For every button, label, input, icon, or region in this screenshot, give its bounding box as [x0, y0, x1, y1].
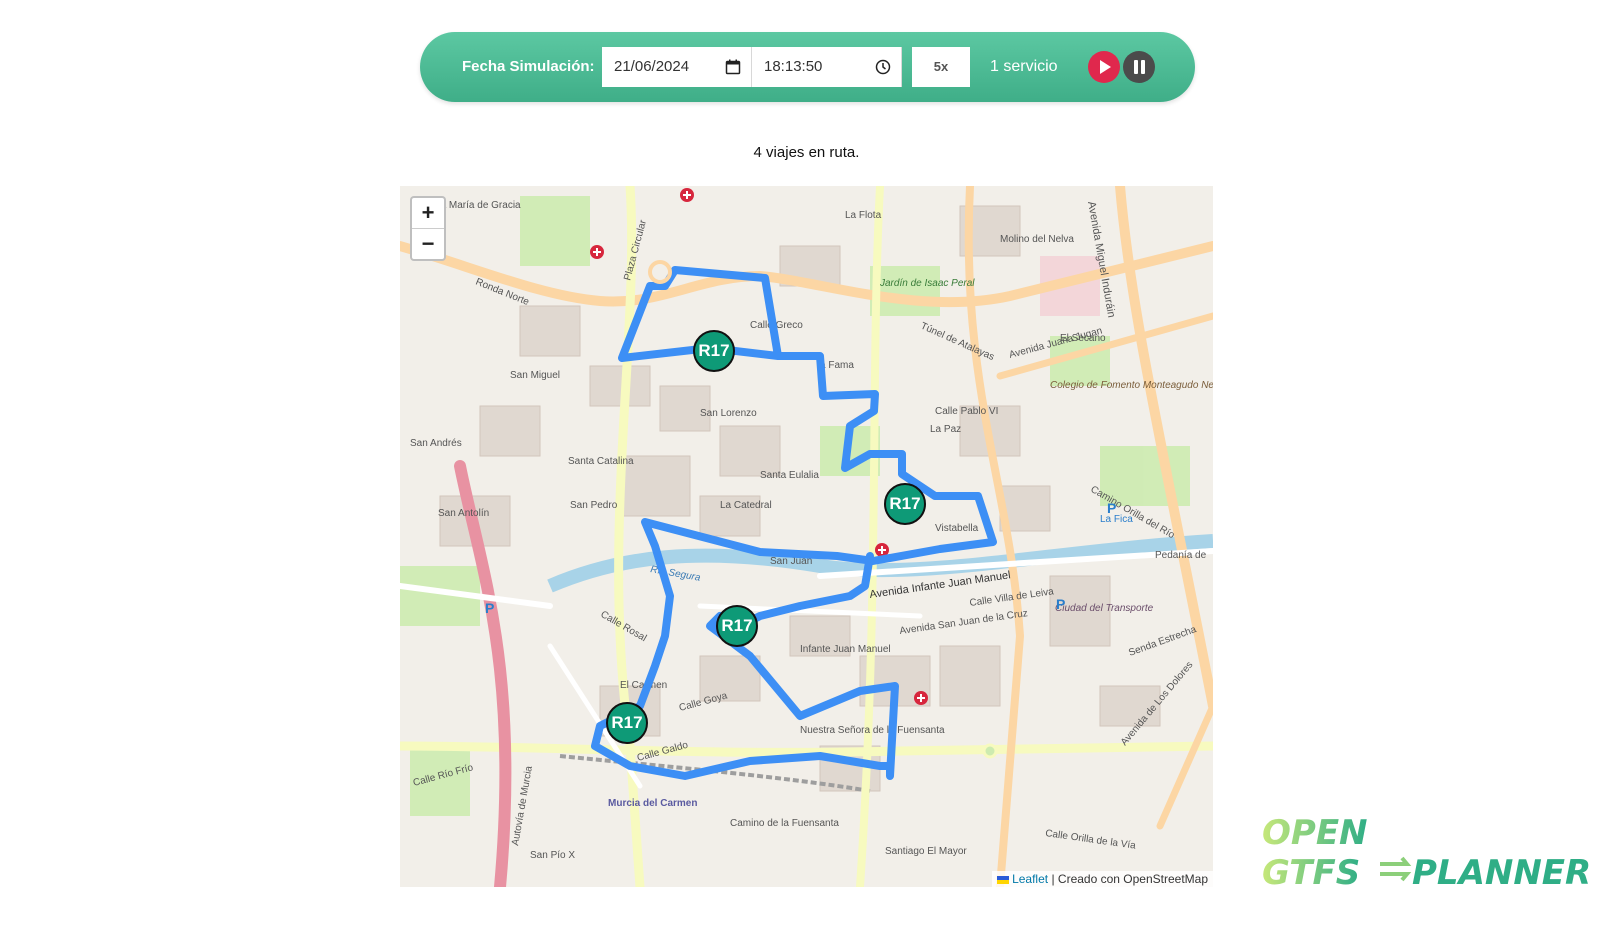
place-label-9: Túnel de Atalayas	[919, 321, 996, 363]
play-button[interactable]	[1088, 51, 1120, 83]
place-label-41: Camino de la Fuensanta	[730, 818, 839, 829]
time-input[interactable]: 18:13:50	[752, 47, 902, 87]
logo-line-1: OPEN	[1262, 813, 1368, 853]
place-label-30: Avenida San Juan de la Cruz	[899, 608, 1029, 637]
place-label-19: Santa Catalina	[568, 456, 634, 467]
place-label-44: Autovía de Murcia	[510, 765, 535, 847]
place-label-31: Ciudad del Transporte	[1055, 603, 1154, 614]
zoom-in-button[interactable]: +	[412, 198, 444, 229]
place-label-15: San Lorenzo	[700, 408, 757, 419]
logo-line-2b: PLANNER	[1412, 853, 1591, 892]
place-label-7: Jardín de Isaac Peral	[879, 278, 975, 289]
place-label-23: La Catedral	[720, 500, 772, 511]
speed-button[interactable]: 5x	[912, 47, 970, 87]
open-gtfs-planner-logo: OPEN GTFS PLANNER	[1262, 813, 1591, 892]
osm-attribution: | Creado con OpenStreetMap	[1051, 872, 1208, 886]
place-label-16: Calle Pablo VI	[935, 406, 998, 417]
ukraine-flag-icon	[997, 875, 1010, 884]
vehicle-marker[interactable]: R17	[716, 605, 758, 647]
place-label-21: San Antolín	[438, 508, 489, 519]
svg-text:P: P	[1107, 500, 1116, 516]
services-count: 1 servicio	[990, 58, 1058, 75]
map-base: Santa María de Gracia Ronda Norte Plaza …	[400, 186, 1213, 887]
map[interactable]: Santa María de Gracia Ronda Norte Plaza …	[400, 186, 1213, 887]
zoom-control: + −	[410, 196, 446, 261]
place-label-20: Santa Eulalia	[760, 470, 819, 481]
place-label-40: Murcia del Carmen	[608, 798, 697, 809]
place-label-22: San Pedro	[570, 500, 618, 511]
place-label-14: Colegio de Fomento Monteagudo Nelva	[1050, 380, 1213, 391]
vehicle-marker[interactable]: R17	[884, 483, 926, 525]
vehicle-marker[interactable]: R17	[693, 330, 735, 372]
play-icon	[1100, 60, 1111, 74]
place-label-32: Senda Estrecha	[1127, 624, 1198, 659]
place-label-42: San Pío X	[530, 850, 575, 861]
place-label-6: Molino del Nelva	[1000, 234, 1074, 245]
date-label: Fecha Simulación:	[462, 58, 595, 75]
vehicle-marker[interactable]: R17	[606, 702, 648, 744]
place-label-4: Plaza Circular	[622, 218, 649, 282]
place-label-5: La Flota	[845, 210, 882, 221]
pause-button[interactable]	[1123, 51, 1155, 83]
place-label-49: Pedanía de	[1155, 550, 1207, 561]
svg-text:P: P	[485, 600, 494, 616]
zoom-out-button[interactable]: −	[412, 229, 444, 259]
place-label-38: Nuestra Señora de la Fuensanta	[800, 725, 945, 736]
arrow-icon	[1380, 856, 1412, 882]
place-label-11: El Secano	[1060, 333, 1106, 344]
calendar-icon[interactable]	[725, 59, 741, 75]
place-label-47: Calle Orilla de la Vía	[1045, 828, 1137, 852]
place-label-34: Infante Juan Manuel	[800, 644, 891, 655]
map-attribution: Leaflet | Creado con OpenStreetMap	[992, 871, 1213, 887]
trips-status: 4 viajes en ruta.	[753, 144, 860, 161]
clock-icon[interactable]	[875, 59, 891, 75]
logo-line-2a: GTFS	[1262, 853, 1360, 892]
place-label-17: La Paz	[930, 424, 961, 435]
leaflet-link[interactable]: Leaflet	[1012, 872, 1048, 886]
time-value: 18:13:50	[764, 58, 823, 75]
place-label-13: a Fama	[820, 360, 854, 371]
simulation-toolbar: Fecha Simulación: 21/06/2024 18:13:50 5x…	[420, 32, 1195, 102]
place-label-12: San Miguel	[510, 370, 560, 381]
pause-icon	[1134, 60, 1145, 74]
date-input[interactable]: 21/06/2024	[602, 47, 752, 87]
place-label-24: Vistabella	[935, 523, 979, 534]
date-value: 21/06/2024	[614, 58, 690, 75]
svg-text:P: P	[1056, 596, 1065, 612]
place-label-18: San Andrés	[410, 438, 462, 449]
place-label-43: Santiago El Mayor	[885, 846, 967, 857]
place-label-37: Calle Galdo	[636, 740, 690, 764]
